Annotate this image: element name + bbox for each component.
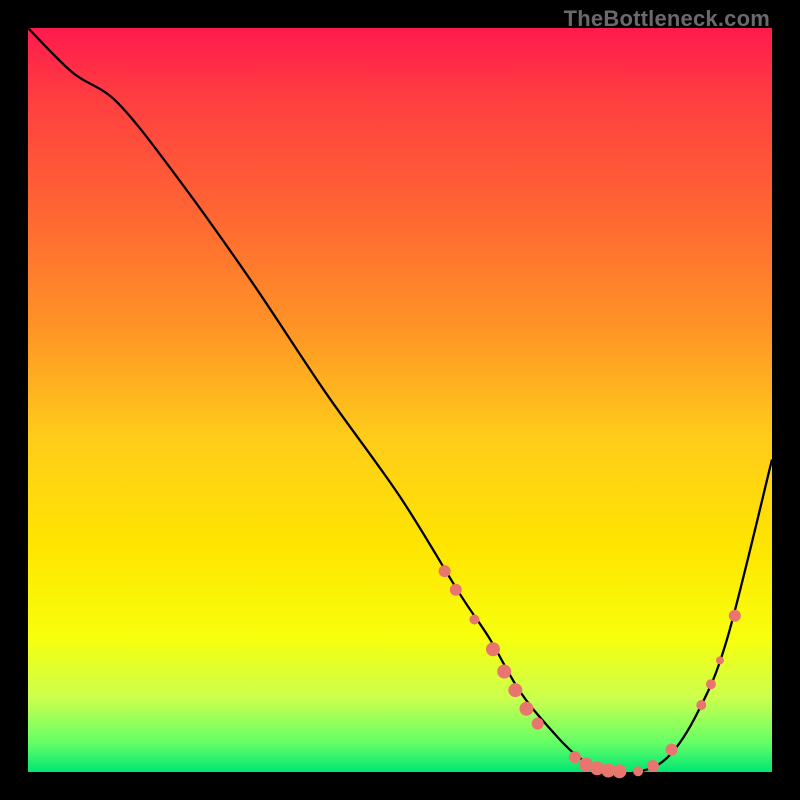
curve-marker [486, 642, 500, 656]
curve-marker [612, 764, 626, 778]
curve-marker [519, 702, 533, 716]
curve-marker [706, 679, 716, 689]
chart-svg [28, 28, 772, 772]
curve-marker [569, 751, 581, 763]
curve-marker [633, 766, 643, 776]
curve-marker [450, 584, 462, 596]
curve-marker [647, 760, 659, 772]
curve-marker [666, 744, 678, 756]
bottleneck-curve [28, 28, 772, 774]
curve-marker [469, 614, 479, 624]
curve-marker [729, 610, 741, 622]
curve-marker [696, 700, 706, 710]
curve-marker [716, 656, 724, 664]
marker-group [439, 565, 741, 778]
curve-marker [508, 683, 522, 697]
curve-marker [497, 665, 511, 679]
curve-marker [532, 718, 544, 730]
curve-marker [439, 565, 451, 577]
